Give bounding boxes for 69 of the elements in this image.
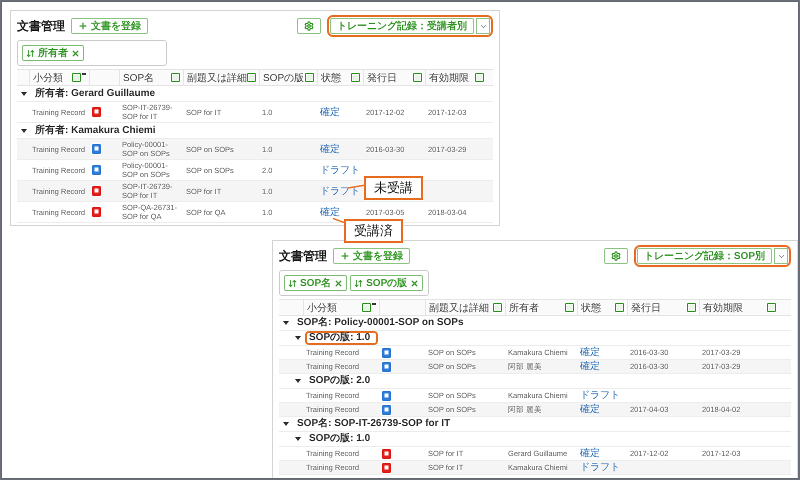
register-document-button[interactable]: 文書を登録: [333, 248, 410, 264]
view-select-button[interactable]: トレーニング記録：SOP別: [636, 248, 772, 264]
column-header[interactable]: 発行日: [367, 70, 397, 84]
group-tag[interactable]: SOPの版: [350, 275, 424, 291]
sort-icon: [288, 278, 297, 288]
column-header[interactable]: 所有者: [509, 300, 539, 314]
dropdown-button[interactable]: [476, 18, 490, 34]
close-icon[interactable]: [334, 278, 344, 288]
close-icon[interactable]: [410, 278, 420, 288]
document-icon: [92, 165, 101, 175]
plus-icon: [78, 21, 88, 31]
dropdown-button[interactable]: [774, 248, 788, 264]
status-link[interactable]: ドラフト: [320, 166, 360, 174]
plus-icon: [340, 251, 350, 261]
status-link[interactable]: 確定: [580, 405, 600, 414]
group-header: SOP名: SOP-IT-26739-SOP for IT: [296, 417, 452, 431]
status-link[interactable]: 確定: [580, 348, 600, 357]
sort-icon: [26, 48, 35, 58]
column-header[interactable]: 発行日: [631, 300, 661, 314]
leader-line: [348, 183, 366, 189]
collapse-triangle-icon[interactable]: [283, 321, 289, 325]
collapse-triangle-icon[interactable]: [21, 92, 27, 96]
group-header: SOP名: Policy-00001-SOP on SOPs: [296, 316, 465, 330]
group-header: 所有者: Gerard Guillaume: [34, 86, 156, 100]
document-icon: [92, 144, 101, 154]
page-title: 文書管理: [279, 248, 327, 264]
group-tag[interactable]: SOP名: [284, 275, 348, 291]
column-header[interactable]: 状態: [581, 300, 601, 314]
group-header: SOPの版: 1.0: [308, 432, 372, 446]
column-header[interactable]: SOP名: [123, 70, 154, 84]
view-select-button[interactable]: トレーニング記録：受講者別: [330, 18, 474, 34]
callout-label: 未受講: [364, 176, 423, 200]
collapse-triangle-icon[interactable]: [295, 437, 301, 441]
status-link[interactable]: ドラフト: [580, 463, 620, 472]
document-icon: [92, 207, 101, 217]
column-header[interactable]: 状態: [321, 70, 341, 84]
group-header: 所有者: Kamakura Chiemi: [34, 124, 157, 138]
document-icon: [92, 107, 101, 117]
page-title: 文書管理: [17, 18, 65, 34]
document-icon: [92, 186, 101, 196]
column-header[interactable]: 有効期限: [429, 70, 469, 84]
gear-icon: [304, 21, 314, 31]
group-header: SOPの版: 2.0: [308, 374, 372, 388]
column-menu-icon[interactable]: [362, 303, 376, 312]
register-document-button[interactable]: 文書を登録: [71, 18, 148, 34]
status-link[interactable]: 確定: [320, 144, 340, 154]
status-link[interactable]: 確定: [580, 449, 600, 458]
status-link[interactable]: 確定: [320, 208, 340, 216]
column-header[interactable]: 有効期限: [703, 300, 743, 314]
collapse-triangle-icon[interactable]: [21, 128, 27, 132]
collapse-triangle-icon[interactable]: [283, 422, 289, 426]
group-tag[interactable]: 所有者: [22, 45, 84, 61]
gear-icon: [610, 251, 621, 261]
collapse-triangle-icon[interactable]: [295, 336, 301, 340]
close-icon[interactable]: [71, 48, 80, 58]
column-header[interactable]: 副題又は詳細: [187, 70, 247, 84]
status-link[interactable]: 確定: [320, 108, 340, 116]
column-header[interactable]: 小分類: [33, 70, 63, 84]
column-menu-icon[interactable]: [72, 73, 86, 82]
column-header[interactable]: 副題又は詳細: [429, 300, 489, 314]
settings-button[interactable]: [604, 248, 628, 264]
column-header[interactable]: 小分類: [307, 300, 337, 314]
sort-icon: [354, 278, 364, 288]
column-header[interactable]: SOPの版: [263, 70, 304, 84]
status-link[interactable]: ドラフト: [580, 391, 620, 400]
callout-label: 受講済: [344, 219, 403, 243]
settings-button[interactable]: [297, 18, 321, 34]
collapse-triangle-icon[interactable]: [295, 379, 301, 383]
status-link[interactable]: 確定: [580, 362, 600, 371]
